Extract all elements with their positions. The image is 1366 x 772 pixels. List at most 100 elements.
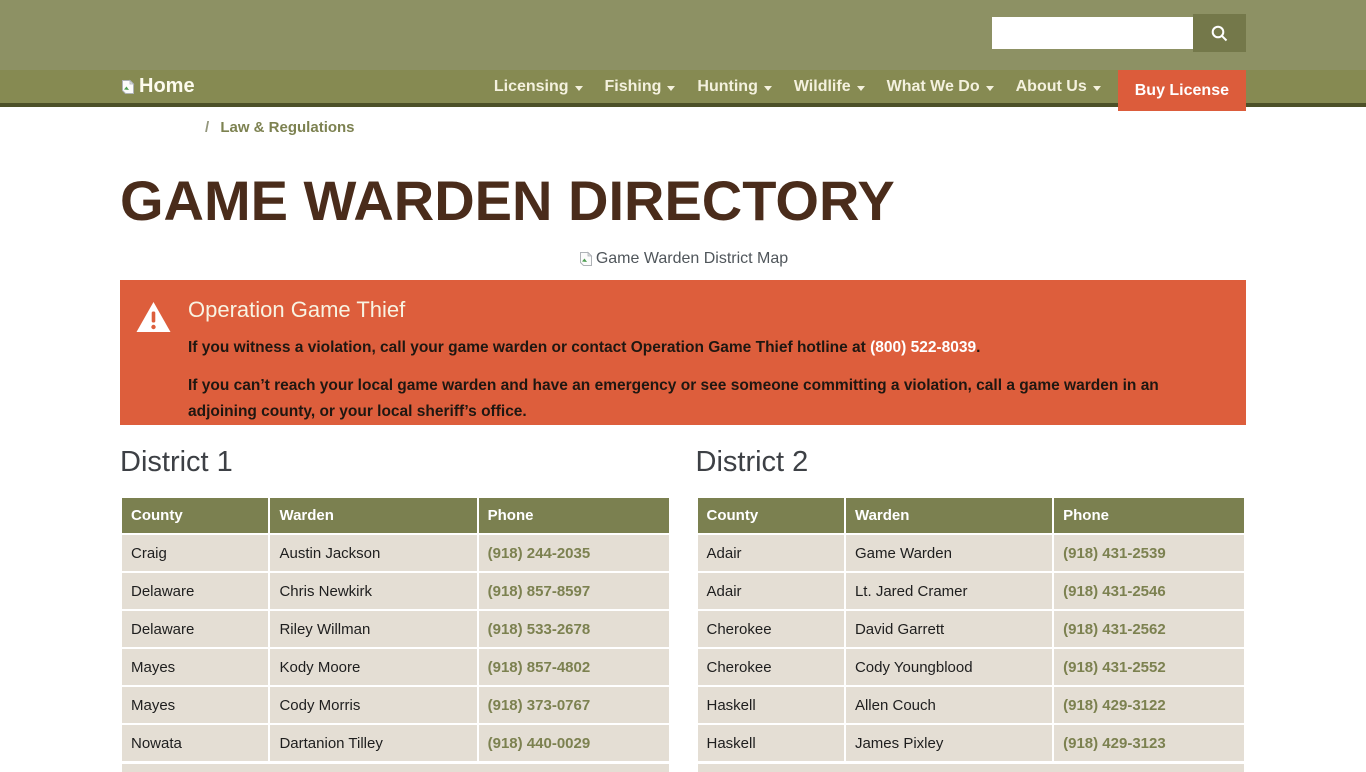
nav-item-what-we-do[interactable]: What We Do: [876, 78, 1005, 96]
nav-item-licensing[interactable]: Licensing: [483, 78, 594, 96]
phone-link[interactable]: (918) 429-3122: [1063, 697, 1166, 714]
warden-cell: Allen Couch: [846, 687, 1052, 723]
alert-line1-text: If you witness a violation, call your ga…: [188, 339, 870, 356]
column-header-county: County: [122, 498, 268, 533]
phone-link[interactable]: (918) 431-2546: [1063, 583, 1166, 600]
phone-link[interactable]: (918) 431-2539: [1063, 545, 1166, 562]
column-header-phone: Phone: [1054, 498, 1244, 533]
breadcrumb-link-law-regulations[interactable]: Law & Regulations: [220, 119, 354, 136]
alert-line-1: If you witness a violation, call your ga…: [188, 335, 1198, 361]
chevron-down-icon: [667, 86, 675, 91]
map-broken-image: Game Warden District Map: [0, 250, 1366, 268]
alert-body: Operation Game Thief If you witness a vi…: [188, 297, 1198, 405]
table-header-row: CountyWardenPhone: [698, 498, 1245, 533]
county-cell: Haskell: [698, 725, 844, 761]
county-cell: Adair: [698, 535, 844, 571]
column-header-county: County: [698, 498, 844, 533]
search-button[interactable]: [1193, 14, 1246, 52]
column-header-phone: Phone: [479, 498, 669, 533]
top-header-band: [0, 0, 1366, 70]
district-1-section: District 1 CountyWardenPhoneCraigAustin J…: [120, 425, 671, 772]
table-row: AdairGame Warden (918) 431-2539: [698, 535, 1245, 571]
table-row: CraigAustin Jackson(918) 244-2035: [122, 535, 669, 571]
warden-cell: Dartanion Tilley: [270, 725, 476, 761]
search-form: [992, 14, 1246, 52]
cropped-next-row: [698, 764, 1245, 772]
phone-cell: (918) 429-3122: [1054, 687, 1244, 723]
nav-menu: Licensing FishingHuntingWildlife What We D…: [483, 78, 1112, 96]
table-row: MayesKody Moore(918) 857-4802: [122, 649, 669, 685]
warden-cell: Chris Newkirk: [270, 573, 476, 609]
table-row: HaskellJames Pixley (918) 429-3123: [698, 725, 1245, 761]
county-cell: Delaware: [122, 573, 268, 609]
table-row: DelawareRiley Willman (918) 533-2678: [122, 611, 669, 647]
phone-cell: (918) 533-2678: [479, 611, 669, 647]
phone-link[interactable]: (918) 440-0029: [488, 735, 591, 752]
main-nav: Home Licensing FishingHuntingWildlife What…: [0, 70, 1366, 107]
buy-license-button[interactable]: Buy License: [1118, 70, 1246, 111]
map-image-alt-text: Game Warden District Map: [596, 250, 788, 268]
warden-cell: Lt. Jared Cramer: [846, 573, 1052, 609]
search-input[interactable]: [992, 17, 1193, 49]
chevron-down-icon: [1093, 86, 1101, 91]
phone-link[interactable]: (918) 857-8597: [488, 583, 591, 600]
broken-image-icon: [120, 79, 136, 95]
district-2-section: District 2CountyWardenPhoneAdairGame War…: [696, 425, 1247, 772]
phone-link[interactable]: (918) 373-0767: [488, 697, 591, 714]
search-icon: [1210, 24, 1229, 43]
column-header-warden: Warden: [270, 498, 476, 533]
nav-item-hunting[interactable]: Hunting: [686, 78, 782, 96]
nav-item-wildlife[interactable]: Wildlife: [783, 78, 876, 96]
phone-cell: (918) 429-3123: [1054, 725, 1244, 761]
nav-item-fishing[interactable]: Fishing: [594, 78, 687, 96]
phone-link[interactable]: (918) 429-3123: [1063, 735, 1166, 752]
phone-link[interactable]: (918) 857-4802: [488, 659, 591, 676]
nav-item-label: What We Do: [887, 78, 980, 96]
phone-link[interactable]: (918) 533-2678: [488, 621, 591, 638]
district-tables-section: District 1 CountyWardenPhoneCraigAustin J…: [120, 425, 1246, 772]
warden-cell: James Pixley: [846, 725, 1052, 761]
chevron-down-icon: [857, 86, 865, 91]
nav-item-about-us[interactable]: About Us: [1005, 78, 1112, 96]
nav-item-label: Licensing: [494, 78, 569, 96]
nav-item-label: About Us: [1016, 78, 1087, 96]
warden-cell: Austin Jackson: [270, 535, 476, 571]
home-label: Home: [139, 75, 195, 98]
warden-cell: Kody Moore: [270, 649, 476, 685]
hotline-phone-number: (800) 522-8039: [870, 339, 976, 356]
county-cell: Adair: [698, 573, 844, 609]
table-row: CherokeeDavid Garrett(918) 431-2562: [698, 611, 1245, 647]
breadcrumb: / Law & Regulations: [205, 119, 1366, 136]
county-cell: Cherokee: [698, 611, 844, 647]
table-row: AdairLt. Jared Cramer (918) 431-2546: [698, 573, 1245, 609]
table-row: HaskellAllen Couch(918) 429-3122: [698, 687, 1245, 723]
warden-cell: Riley Willman: [270, 611, 476, 647]
table-row: NowataDartanion Tilley(918) 440-0029: [122, 725, 669, 761]
district-heading: District 1: [120, 446, 671, 479]
county-cell: Delaware: [122, 611, 268, 647]
county-cell: Mayes: [122, 687, 268, 723]
phone-cell: (918) 244-2035: [479, 535, 669, 571]
alert-title: Operation Game Thief: [188, 297, 1198, 323]
page-title: GAME WARDEN DIRECTORY: [120, 173, 1366, 229]
phone-link[interactable]: (918) 244-2035: [488, 545, 591, 562]
table-row: MayesCody Morris(918) 373-0767: [122, 687, 669, 723]
alert-line-2: If you can’t reach your local game warde…: [188, 373, 1198, 425]
phone-cell: (918) 857-8597: [479, 573, 669, 609]
phone-cell: (918) 440-0029: [479, 725, 669, 761]
warden-table: CountyWardenPhoneAdairGame Warden(918) 4…: [696, 496, 1247, 763]
alert-operation-game-thief: Operation Game Thief If you witness a vi…: [120, 280, 1246, 425]
phone-cell: (918) 431-2539: [1054, 535, 1244, 571]
county-cell: Cherokee: [698, 649, 844, 685]
broken-image-icon: [578, 251, 594, 267]
phone-link[interactable]: (918) 431-2552: [1063, 659, 1166, 676]
warning-icon: [135, 301, 172, 405]
table-row: CherokeeCody Youngblood(918) 431-2552: [698, 649, 1245, 685]
warden-cell: Game Warden: [846, 535, 1052, 571]
home-link[interactable]: Home: [120, 75, 195, 98]
table-row: DelawareChris Newkirk (918) 857-8597: [122, 573, 669, 609]
phone-link[interactable]: (918) 431-2562: [1063, 621, 1166, 638]
phone-cell: (918) 373-0767: [479, 687, 669, 723]
alert-line1-period: .: [976, 339, 980, 356]
warden-table: CountyWardenPhoneCraigAustin Jackson(918…: [120, 496, 671, 763]
